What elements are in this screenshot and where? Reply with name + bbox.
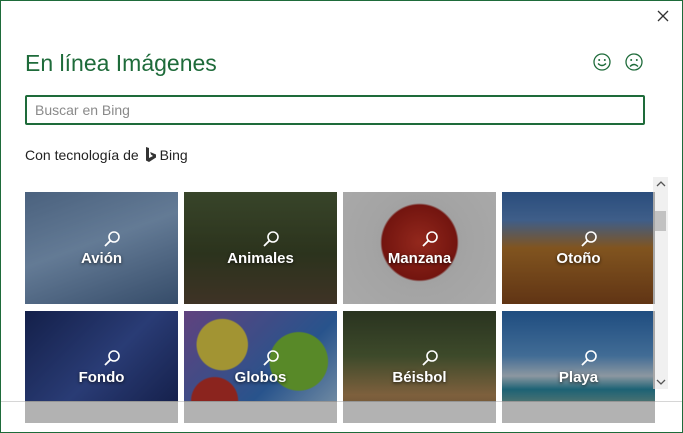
category-label: Playa (558, 368, 599, 386)
category-tile-animales[interactable]: Animales (184, 192, 337, 304)
category-tile-otono[interactable]: Otoño (502, 192, 655, 304)
category-tile-playa[interactable]: Playa (502, 311, 655, 423)
search-icon (421, 349, 438, 366)
scrollbar-thumb[interactable] (655, 211, 666, 231)
search-icon (103, 349, 120, 366)
category-grid: Avión Animales Manzana Otoño Fondo Globo… (25, 192, 655, 423)
category-tile-manzana[interactable]: Manzana (343, 192, 496, 304)
category-tile-globos[interactable]: Globos (184, 311, 337, 423)
tile-overlay (343, 192, 496, 304)
bing-logo-icon (145, 147, 156, 162)
category-label: Manzana (387, 249, 452, 267)
chevron-up-icon (656, 181, 665, 187)
close-button[interactable] (652, 5, 674, 27)
scroll-up-button[interactable] (653, 177, 668, 191)
category-label: Avión (80, 249, 123, 267)
search-icon (262, 349, 279, 366)
vertical-scrollbar[interactable] (653, 177, 668, 389)
feedback-buttons (592, 52, 644, 72)
search-icon (262, 230, 279, 247)
tile-overlay (502, 192, 655, 304)
bing-brand: Bing (145, 147, 188, 163)
smiley-sad-icon[interactable] (624, 52, 644, 72)
search-icon (580, 230, 597, 247)
search-icon (103, 230, 120, 247)
close-icon (657, 10, 669, 22)
smiley-happy-icon[interactable] (592, 52, 612, 72)
category-tile-avion[interactable]: Avión (25, 192, 178, 304)
tile-overlay (184, 311, 337, 423)
tile-overlay (25, 192, 178, 304)
category-label: Otoño (556, 249, 601, 267)
search-icon (421, 230, 438, 247)
bing-label: Bing (159, 147, 188, 163)
search-icon (580, 349, 597, 366)
category-label: Globos (234, 368, 287, 386)
category-label: Béisbol (392, 368, 447, 386)
tile-overlay (184, 192, 337, 304)
tile-overlay (25, 311, 178, 423)
scroll-down-button[interactable] (653, 375, 668, 389)
powered-by-label: Con tecnología de (25, 147, 139, 163)
search-box (25, 95, 645, 125)
chevron-down-icon (656, 379, 665, 385)
category-label: Fondo (78, 368, 125, 386)
dialog-title: En línea Imágenes (25, 50, 217, 76)
category-tile-fondo[interactable]: Fondo (25, 311, 178, 423)
tile-overlay (343, 311, 496, 423)
search-input[interactable] (27, 97, 643, 123)
online-pictures-dialog: En línea Imágenes Con tecnología de Bing (0, 0, 683, 433)
category-tile-beisbol[interactable]: Béisbol (343, 311, 496, 423)
powered-by: Con tecnología de Bing (25, 147, 188, 163)
tile-overlay (502, 311, 655, 423)
category-label: Animales (227, 249, 294, 267)
